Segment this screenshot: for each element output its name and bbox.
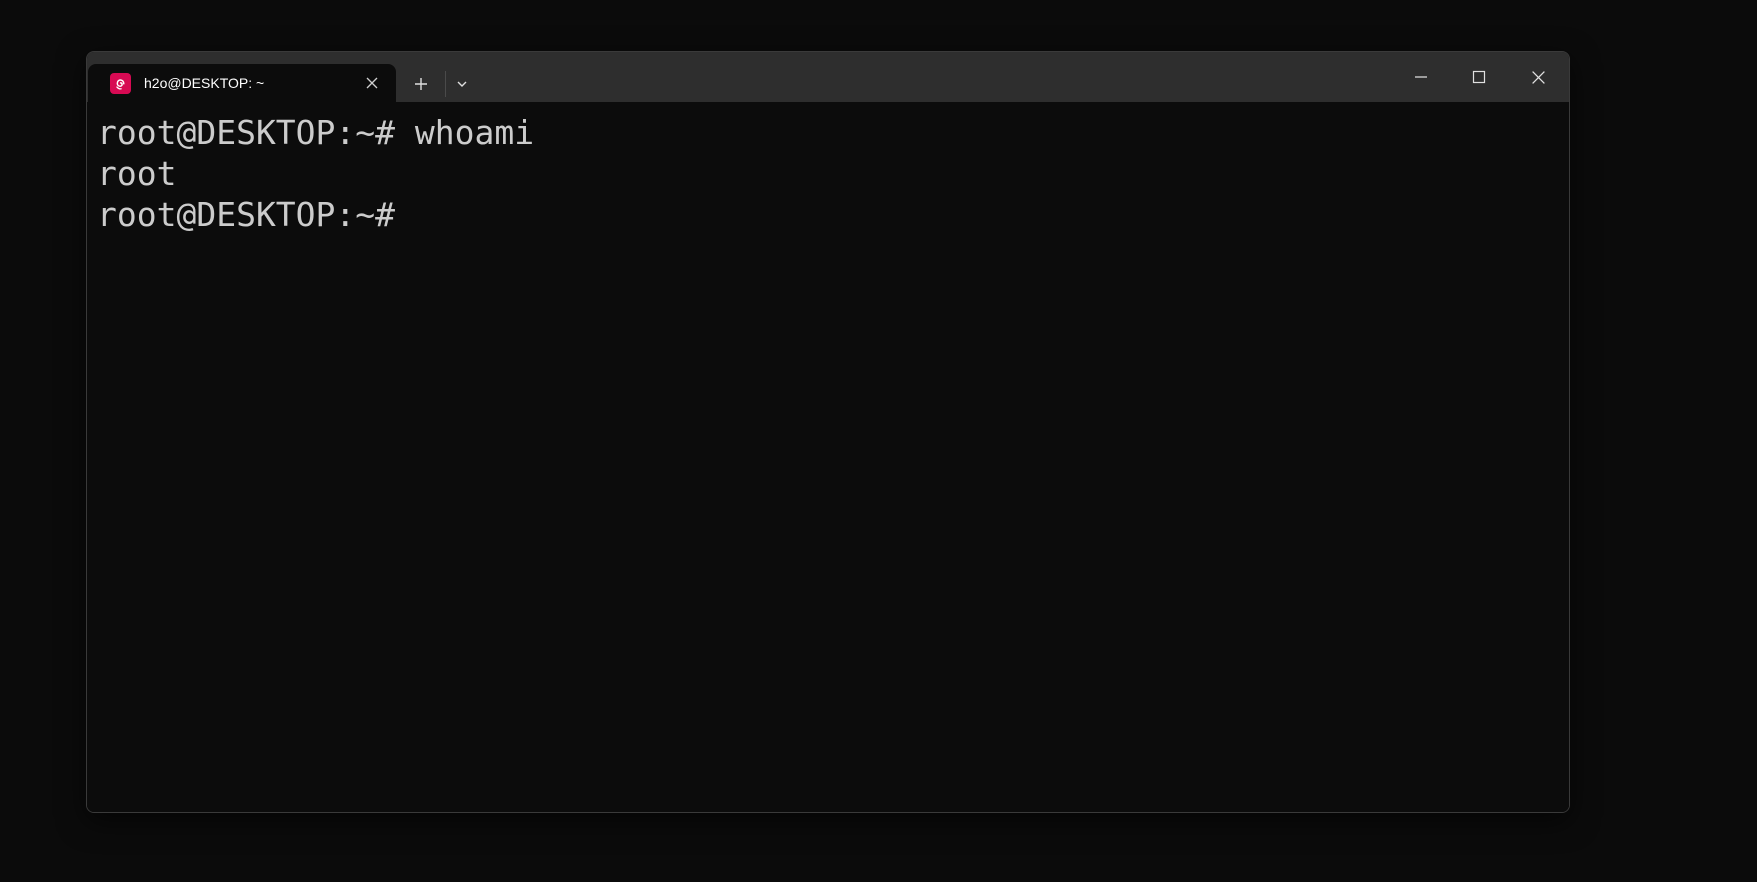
terminal-line: root@DESKTOP:~# whoami bbox=[97, 113, 535, 152]
tab-close-icon[interactable] bbox=[364, 75, 380, 91]
title-bar[interactable]: h2o@DESKTOP: ~ bbox=[87, 52, 1569, 102]
tab-title: h2o@DESKTOP: ~ bbox=[144, 75, 265, 91]
plus-icon[interactable] bbox=[405, 69, 437, 99]
terminal-line: root@DESKTOP:~# bbox=[97, 195, 396, 234]
terminal-line: root bbox=[97, 154, 177, 193]
maximize-icon[interactable] bbox=[1450, 52, 1508, 102]
terminal-window: h2o@DESKTOP: ~ root@DESKTOP:~# whoami ro… bbox=[86, 51, 1570, 813]
tab-terminal[interactable]: h2o@DESKTOP: ~ bbox=[88, 64, 396, 102]
debian-icon bbox=[110, 72, 131, 94]
close-icon[interactable] bbox=[1508, 52, 1568, 102]
chevron-down-icon[interactable] bbox=[446, 69, 478, 99]
terminal-output[interactable]: root@DESKTOP:~# whoami root root@DESKTOP… bbox=[87, 102, 1569, 812]
minimize-icon[interactable] bbox=[1393, 52, 1449, 102]
desktop-background: h2o@DESKTOP: ~ root@DESKTOP:~# whoami ro… bbox=[0, 0, 1757, 882]
